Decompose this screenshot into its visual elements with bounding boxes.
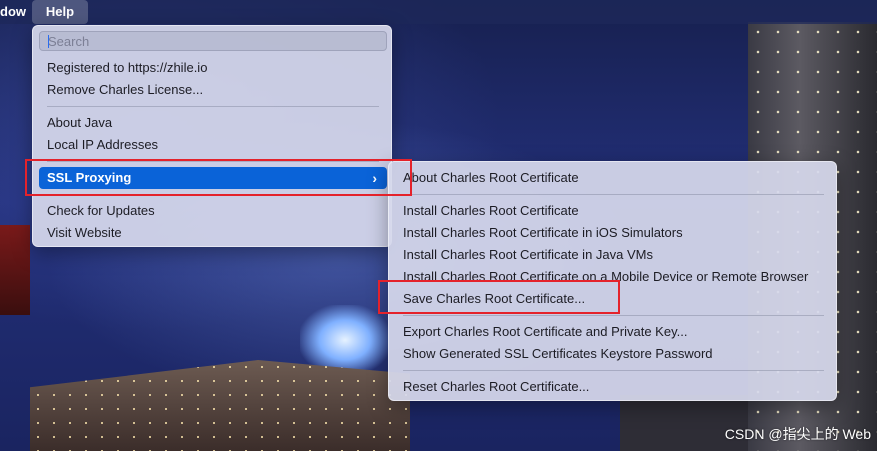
annotation-box-save-root-cert <box>378 280 620 314</box>
help-search-input[interactable] <box>40 32 386 50</box>
submenu-item-install-java[interactable]: Install Charles Root Certificate in Java… <box>395 244 832 266</box>
help-search-box[interactable] <box>39 31 387 51</box>
help-menu: Registered to https://zhile.io Remove Ch… <box>32 25 392 247</box>
watermark-text: CSDN @指尖上的 Web <box>724 426 871 442</box>
submenu-item-install-root-cert[interactable]: Install Charles Root Certificate <box>395 200 832 222</box>
illuminated-sign <box>300 305 390 375</box>
menu-bar: dow Help <box>0 0 877 24</box>
menubar-help[interactable]: Help <box>32 0 88 24</box>
submenu-item-show-keystore[interactable]: Show Generated SSL Certificates Keystore… <box>395 343 832 365</box>
menu-item-registered[interactable]: Registered to https://zhile.io <box>39 57 387 79</box>
menu-item-about-java[interactable]: About Java <box>39 112 387 134</box>
menu-separator <box>403 315 824 316</box>
submenu-item-install-ios[interactable]: Install Charles Root Certificate in iOS … <box>395 222 832 244</box>
menu-item-visit-website[interactable]: Visit Website <box>39 222 387 244</box>
text-cursor <box>48 35 49 48</box>
menubar-window[interactable]: dow <box>0 0 33 24</box>
menu-separator <box>47 106 379 107</box>
building-sign-left <box>0 225 30 315</box>
annotation-box-ssl-proxying <box>25 159 412 196</box>
menu-item-check-updates[interactable]: Check for Updates <box>39 200 387 222</box>
submenu-item-about-root-cert[interactable]: About Charles Root Certificate <box>395 167 832 189</box>
submenu-item-export-root-cert[interactable]: Export Charles Root Certificate and Priv… <box>395 321 832 343</box>
menu-separator <box>403 194 824 195</box>
submenu-item-reset-root-cert[interactable]: Reset Charles Root Certificate... <box>395 376 832 398</box>
menu-item-remove-license[interactable]: Remove Charles License... <box>39 79 387 101</box>
menu-separator <box>403 370 824 371</box>
menu-item-local-ip[interactable]: Local IP Addresses <box>39 134 387 156</box>
